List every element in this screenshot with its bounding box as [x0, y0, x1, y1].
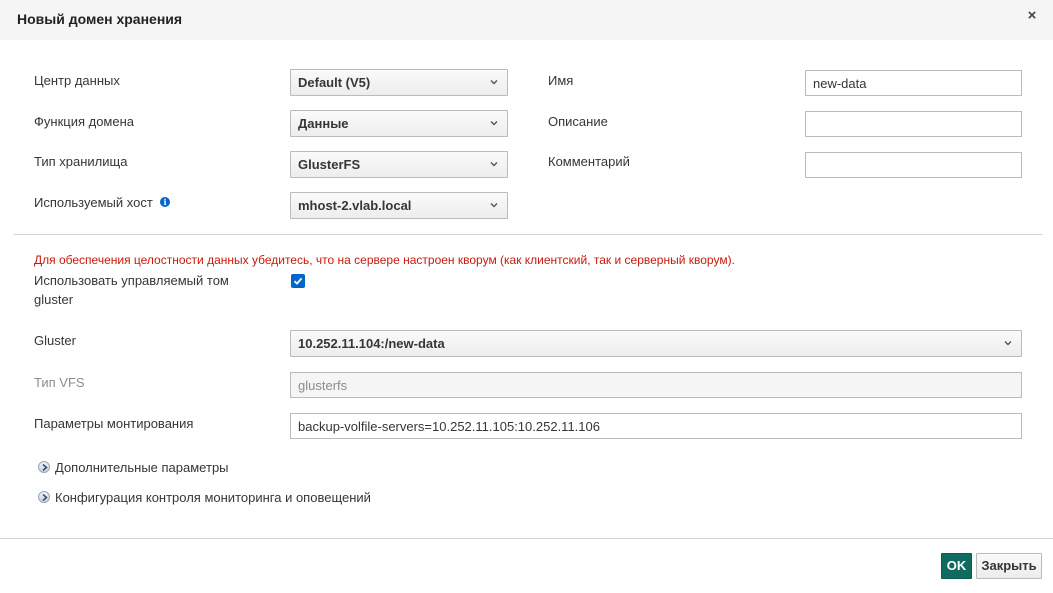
dialog-header: Новый домен хранения × — [0, 0, 1053, 40]
name-label: Имя — [548, 73, 574, 88]
host-select[interactable]: mhost-2.vlab.local — [290, 192, 508, 219]
description-input[interactable] — [805, 111, 1022, 137]
host-label: Используемый хост — [34, 195, 153, 210]
quorum-warning: Для обеспечения целостности данных убеди… — [34, 253, 735, 267]
ok-button[interactable]: OK — [941, 553, 972, 579]
managed-volume-checkbox[interactable] — [291, 274, 305, 288]
storage-type-select[interactable]: GlusterFS — [290, 151, 508, 178]
chevron-down-icon — [490, 80, 498, 85]
footer-divider — [0, 538, 1053, 539]
datacenter-label: Центр данных — [34, 73, 120, 88]
advanced-params-label: Дополнительные параметры — [55, 460, 229, 475]
storage-type-label: Тип хранилища — [34, 154, 128, 169]
description-label: Описание — [548, 114, 608, 129]
managed-volume-label-cont: gluster — [34, 292, 74, 307]
domain-function-select[interactable]: Данные — [290, 110, 508, 137]
info-icon[interactable]: i — [160, 197, 170, 207]
mount-options-label: Параметры монтирования — [34, 416, 194, 431]
mount-options-input[interactable]: backup-volfile-servers=10.252.11.105:10.… — [290, 413, 1022, 439]
gluster-value: 10.252.11.104:/new-data — [298, 336, 445, 351]
vfs-type-label: Тип VFS — [34, 375, 85, 390]
comment-label: Комментарий — [548, 154, 630, 169]
gluster-label: Gluster — [34, 333, 76, 348]
managed-volume-label: Использовать управляемый том — [34, 273, 229, 288]
gluster-select[interactable]: 10.252.11.104:/new-data — [290, 330, 1022, 357]
section-divider — [14, 234, 1042, 235]
storage-type-value: GlusterFS — [298, 157, 361, 172]
chevron-down-icon — [1004, 341, 1012, 346]
checkmark-icon — [293, 277, 303, 285]
host-value: mhost-2.vlab.local — [298, 198, 412, 213]
dialog-title: Новый домен хранения — [17, 11, 183, 27]
chevron-down-icon — [490, 203, 498, 208]
close-icon[interactable]: × — [1025, 8, 1039, 24]
close-button[interactable]: Закрыть — [976, 553, 1042, 579]
datacenter-value: Default (V5) — [298, 75, 371, 90]
chevron-right-icon — [38, 461, 50, 473]
datacenter-select[interactable]: Default (V5) — [290, 69, 508, 96]
chevron-right-icon — [38, 491, 50, 503]
domain-function-label: Функция домена — [34, 114, 135, 129]
chevron-down-icon — [490, 121, 498, 126]
domain-function-value: Данные — [298, 116, 349, 131]
comment-input[interactable] — [805, 152, 1022, 178]
name-input[interactable]: new-data — [805, 70, 1022, 96]
monitoring-config-label: Конфигурация контроля мониторинга и опов… — [55, 490, 371, 505]
chevron-down-icon — [490, 162, 498, 167]
vfs-type-input: glusterfs — [290, 372, 1022, 398]
